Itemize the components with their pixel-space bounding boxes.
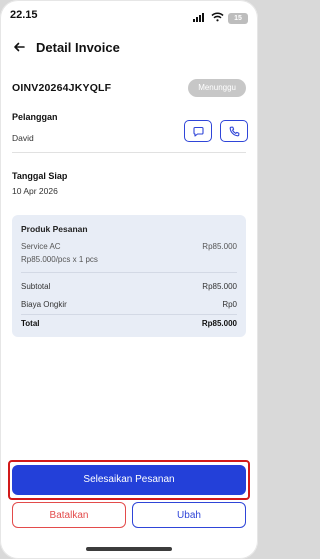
complete-order-button[interactable]: Selesaikan Pesanan bbox=[12, 465, 246, 495]
status-badge: Menunggu bbox=[188, 79, 246, 97]
edit-button[interactable]: Ubah bbox=[132, 502, 246, 528]
invoice-row: OINV20264JKYQLF Menunggu bbox=[12, 78, 246, 98]
battery-icon: 15 bbox=[228, 12, 248, 24]
invoice-id: OINV20264JKYQLF bbox=[12, 82, 112, 94]
shipping-value: Rp0 bbox=[222, 300, 237, 309]
status-bar: 22.15 15 bbox=[0, 0, 258, 30]
back-arrow-icon bbox=[14, 42, 25, 52]
product-card: Produk Pesanan Service AC Rp85.000 Rp85.… bbox=[12, 215, 246, 337]
card-divider bbox=[21, 272, 237, 273]
phone-icon bbox=[229, 126, 239, 136]
subtotal-value: Rp85.000 bbox=[202, 282, 237, 291]
shipping-label: Biaya Ongkir bbox=[21, 300, 67, 309]
app-screen: 22.15 15 Detail Invoice OINV20264JKYQLF … bbox=[0, 0, 258, 559]
home-indicator bbox=[86, 547, 172, 551]
back-button[interactable] bbox=[12, 40, 26, 54]
customer-name: David bbox=[12, 133, 34, 143]
card-divider bbox=[21, 314, 237, 315]
product-card-title: Produk Pesanan bbox=[21, 224, 88, 234]
ready-date-label: Tanggal Siap bbox=[12, 171, 68, 181]
page-header: Detail Invoice bbox=[12, 36, 246, 58]
chat-button[interactable] bbox=[184, 120, 212, 142]
signal-icon bbox=[193, 9, 207, 27]
total-label: Total bbox=[21, 319, 40, 328]
customer-label: Pelanggan bbox=[12, 112, 58, 122]
status-time: 22.15 bbox=[10, 9, 38, 21]
product-detail: Rp85.000/pcs x 1 pcs bbox=[21, 255, 98, 264]
contact-actions bbox=[184, 120, 248, 142]
product-price: Rp85.000 bbox=[202, 242, 237, 251]
page-title: Detail Invoice bbox=[36, 39, 120, 55]
subtotal-label: Subtotal bbox=[21, 282, 51, 291]
status-icons: 15 bbox=[193, 9, 248, 27]
cancel-button[interactable]: Batalkan bbox=[12, 502, 126, 528]
section-divider bbox=[12, 152, 246, 153]
total-value: Rp85.000 bbox=[201, 319, 237, 328]
ready-date-value: 10 Apr 2026 bbox=[12, 186, 58, 196]
product-name: Service AC bbox=[21, 242, 61, 251]
call-button[interactable] bbox=[220, 120, 248, 142]
wifi-icon bbox=[211, 9, 224, 27]
chat-icon bbox=[192, 126, 204, 137]
